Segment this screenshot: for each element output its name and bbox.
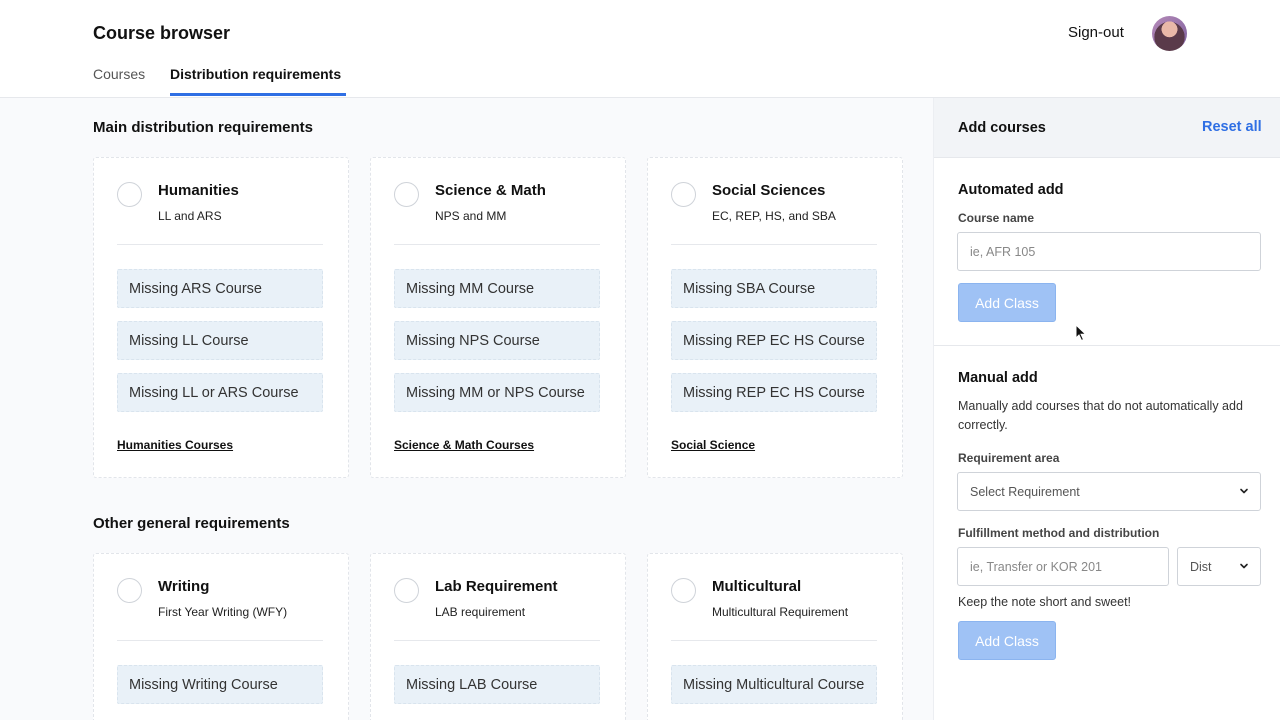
app-header: Course browser Sign-out Courses Distribu… bbox=[0, 0, 1280, 98]
requirement-card-multicultural: Multicultural Multicultural Requirement … bbox=[647, 553, 903, 720]
missing-course-item: Missing REP EC HS Course bbox=[671, 321, 877, 360]
main-requirements-heading: Main distribution requirements bbox=[93, 119, 314, 136]
course-name-label: Course name bbox=[958, 211, 1035, 225]
card-subtitle: Multicultural Requirement bbox=[712, 605, 849, 619]
manual-add-class-button[interactable]: Add Class bbox=[958, 621, 1056, 660]
chevron-down-icon bbox=[1240, 488, 1248, 494]
requirement-radio[interactable] bbox=[394, 578, 419, 603]
requirement-card-lab: Lab Requirement LAB requirement Missing … bbox=[370, 553, 626, 720]
distribution-select[interactable]: Dist bbox=[1177, 547, 1261, 586]
manual-add-heading: Manual add bbox=[958, 370, 1038, 386]
add-courses-panel: Add courses Reset all Automated add Cour… bbox=[933, 98, 1280, 720]
requirement-radio[interactable] bbox=[117, 182, 142, 207]
other-requirements-heading: Other general requirements bbox=[93, 515, 290, 532]
panel-title: Add courses bbox=[958, 120, 1046, 136]
active-tab-indicator bbox=[170, 93, 346, 96]
automated-add-heading: Automated add bbox=[958, 182, 1064, 198]
requirement-radio[interactable] bbox=[671, 578, 696, 603]
distribution-value: Dist bbox=[1190, 560, 1212, 574]
app-title: Course browser bbox=[93, 23, 231, 43]
divider bbox=[394, 244, 600, 245]
avatar[interactable] bbox=[1152, 16, 1187, 51]
divider bbox=[934, 345, 1280, 346]
fulfillment-label: Fulfillment method and distribution bbox=[958, 526, 1160, 540]
requirement-card-humanities: Humanities LL and ARS Missing ARS Course… bbox=[93, 157, 349, 478]
chevron-down-icon bbox=[1240, 563, 1248, 569]
missing-course-item: Missing SBA Course bbox=[671, 269, 877, 308]
manual-add-description: Manually add courses that do not automat… bbox=[958, 399, 1243, 432]
requirement-radio[interactable] bbox=[117, 578, 142, 603]
note-hint: Keep the note short and sweet! bbox=[958, 595, 1132, 609]
course-name-input[interactable] bbox=[957, 232, 1261, 271]
requirement-card-science-math: Science & Math NPS and MM Missing MM Cou… bbox=[370, 157, 626, 478]
card-subtitle: LAB requirement bbox=[435, 605, 526, 619]
missing-course-item: Missing MM or NPS Course bbox=[394, 373, 600, 412]
requirement-area-select[interactable]: Select Requirement bbox=[957, 472, 1261, 511]
divider bbox=[394, 640, 600, 641]
divider bbox=[117, 244, 323, 245]
card-subtitle: First Year Writing (WFY) bbox=[158, 605, 288, 619]
card-title: Lab Requirement bbox=[435, 578, 558, 595]
missing-course-item: Missing LAB Course bbox=[394, 665, 600, 704]
requirement-area-value: Select Requirement bbox=[970, 485, 1080, 499]
missing-course-item: Missing Multicultural Course bbox=[671, 665, 877, 704]
divider bbox=[671, 244, 877, 245]
requirement-radio[interactable] bbox=[671, 182, 696, 207]
automated-add-class-button[interactable]: Add Class bbox=[958, 283, 1056, 322]
divider bbox=[117, 640, 323, 641]
requirement-area-label: Requirement area bbox=[958, 451, 1060, 465]
sign-out-link[interactable]: Sign-out bbox=[1068, 24, 1124, 41]
missing-course-item: Missing LL or ARS Course bbox=[117, 373, 323, 412]
mouse-cursor-icon bbox=[1075, 324, 1087, 342]
card-title: Writing bbox=[158, 578, 210, 595]
card-title: Multicultural bbox=[712, 578, 802, 595]
card-title: Social Sciences bbox=[712, 182, 826, 199]
requirement-card-social-sciences: Social Sciences EC, REP, HS, and SBA Mis… bbox=[647, 157, 903, 478]
fulfillment-input[interactable] bbox=[957, 547, 1169, 586]
tab-distribution-requirements[interactable]: Distribution requirements bbox=[170, 66, 341, 82]
card-title: Humanities bbox=[158, 182, 239, 199]
missing-course-item: Missing LL Course bbox=[117, 321, 323, 360]
requirement-radio[interactable] bbox=[394, 182, 419, 207]
missing-course-item: Missing MM Course bbox=[394, 269, 600, 308]
missing-course-item: Missing REP EC HS Course bbox=[671, 373, 877, 412]
card-title: Science & Math bbox=[435, 182, 546, 199]
reset-all-button[interactable]: Reset all bbox=[1202, 119, 1262, 135]
tab-courses[interactable]: Courses bbox=[93, 66, 145, 82]
card-subtitle: LL and ARS bbox=[158, 209, 222, 223]
science-math-courses-link[interactable]: Science & Math Courses bbox=[394, 438, 534, 452]
missing-course-item: Missing NPS Course bbox=[394, 321, 600, 360]
panel-header: Add courses Reset all bbox=[934, 98, 1280, 158]
humanities-courses-link[interactable]: Humanities Courses bbox=[117, 438, 233, 452]
social-science-courses-link[interactable]: Social Science bbox=[671, 438, 755, 452]
missing-course-item: Missing Writing Course bbox=[117, 665, 323, 704]
missing-course-item: Missing ARS Course bbox=[117, 269, 323, 308]
divider bbox=[671, 640, 877, 641]
requirement-card-writing: Writing First Year Writing (WFY) Missing… bbox=[93, 553, 349, 720]
card-subtitle: EC, REP, HS, and SBA bbox=[712, 209, 836, 223]
card-subtitle: NPS and MM bbox=[435, 209, 507, 223]
